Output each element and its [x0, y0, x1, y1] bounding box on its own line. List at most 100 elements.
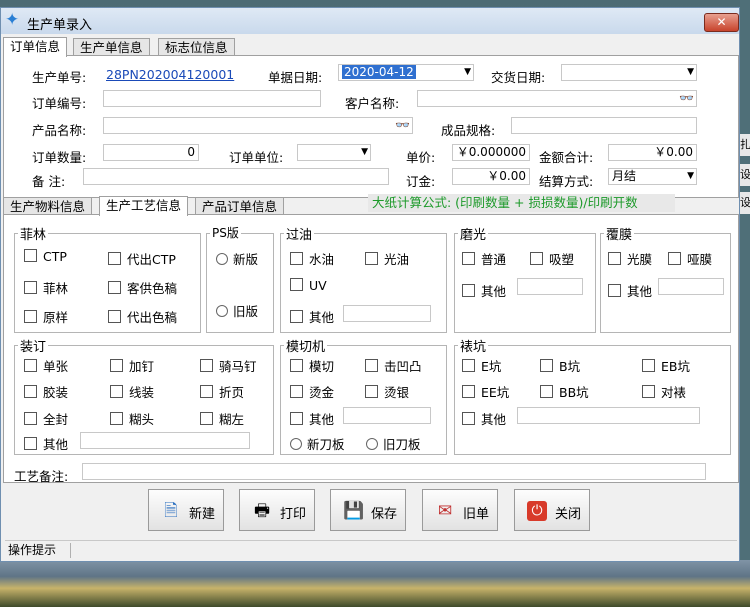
delivery-date-label: 交货日期: [491, 70, 546, 85]
production-order-window: ✦ 生产单录入 ✕ 订单信息 生产单信息 标志位信息 生产单号: 28PN202… [0, 7, 740, 562]
checkbox-ctp[interactable]: CTP [24, 249, 67, 264]
checkbox-thread-sewing[interactable]: 线装 [110, 382, 154, 401]
qty-label: 订单数量: [32, 150, 87, 165]
checkbox-customer-proof[interactable]: 客供色稿 [108, 278, 177, 297]
checkbox-polish-normal[interactable]: 普通 [462, 249, 506, 268]
checkbox-film[interactable]: 菲林 [24, 278, 68, 297]
spec-input[interactable] [511, 117, 697, 134]
title-bar[interactable]: ✦ 生产单录入 ✕ [1, 8, 739, 34]
checkbox-outsource-ctp[interactable]: 代出CTP [108, 249, 176, 268]
radio-new-plate[interactable]: 新版 [216, 249, 258, 268]
checkbox-saddle-stitch[interactable]: 骑马钉 [200, 356, 257, 375]
remark-input[interactable] [83, 168, 389, 185]
checkbox-water-varnish[interactable]: 水油 [290, 249, 334, 268]
unit-select[interactable]: ▼ [297, 144, 371, 161]
group-ps-title: PS版 [210, 224, 241, 241]
floppy-disk-icon: 💾 [343, 501, 365, 521]
checkbox-add-staple[interactable]: 加钉 [110, 356, 154, 375]
checkbox-full-cover[interactable]: 全封 [24, 409, 68, 428]
checkbox-outsource-proof[interactable]: 代出色稿 [108, 307, 177, 326]
doc-date-picker[interactable]: 2020-04-12 ▼ [338, 64, 474, 81]
radio-old-plate[interactable]: 旧版 [216, 301, 258, 320]
product-label: 产品名称: [32, 123, 87, 138]
printer-icon: 🖶 [253, 501, 271, 521]
settle-select[interactable]: 月结 ▼ [608, 168, 697, 185]
checkbox-glue-head[interactable]: 糊头 [110, 409, 154, 428]
old-order-button[interactable]: ✉ 旧单 [422, 489, 498, 531]
chevron-down-icon[interactable]: ▼ [361, 145, 368, 160]
binoculars-icon[interactable]: 👓 [679, 91, 695, 105]
prod-no-link[interactable]: 28PN202004120001 [106, 67, 234, 82]
tab-order-info[interactable]: 订单信息 [3, 37, 68, 57]
group-binding-title: 装订 [18, 336, 49, 355]
group-die-cut-title: 模切机 [284, 336, 328, 355]
checkbox-hot-silver[interactable]: 烫银 [365, 382, 409, 401]
checkbox-die-cutting[interactable]: 模切 [290, 356, 334, 375]
checkbox-glue-left[interactable]: 糊左 [200, 409, 244, 428]
new-button[interactable]: 🗎 新建 [148, 489, 224, 531]
checkbox-eb-flute[interactable]: EB坑 [642, 356, 690, 375]
spec-label: 成品规格: [441, 123, 496, 138]
peek-text-a: 扎 [740, 134, 750, 156]
product-input[interactable] [103, 117, 413, 134]
checkbox-die-other[interactable]: 其他 [290, 409, 334, 428]
checkbox-e-flute[interactable]: E坑 [462, 356, 501, 375]
radio-new-die[interactable]: 新刀板 [290, 434, 345, 453]
chevron-down-icon[interactable]: ▼ [687, 65, 694, 80]
delivery-date-picker[interactable]: ▼ [561, 64, 697, 81]
flute-other-input[interactable] [517, 407, 700, 424]
price-input[interactable]: ￥0.000000 [452, 144, 530, 161]
window-title: 生产单录入 [27, 18, 93, 33]
checkbox-matte-film[interactable]: 哑膜 [668, 249, 712, 268]
checkbox-binding-other[interactable]: 其他 [24, 434, 68, 453]
checkbox-varnish-other[interactable]: 其他 [290, 307, 334, 326]
qty-input[interactable]: 0 [103, 144, 199, 161]
total-input[interactable]: ￥0.00 [608, 144, 697, 161]
checkbox-hot-gold[interactable]: 烫金 [290, 382, 334, 401]
die-other-input[interactable] [343, 407, 431, 424]
craft-remark-input[interactable] [82, 463, 706, 480]
checkbox-uv[interactable]: UV [290, 278, 327, 293]
order-no-input[interactable] [103, 90, 321, 107]
checkbox-perfect-bind[interactable]: 胶装 [24, 382, 68, 401]
checkbox-folding[interactable]: 折页 [200, 382, 244, 401]
checkbox-flute-other[interactable]: 其他 [462, 409, 506, 428]
peek-text-b: 设 [740, 164, 750, 186]
status-bar: 操作提示 [5, 540, 737, 560]
unit-label: 订单单位: [229, 150, 284, 165]
group-polish-title: 磨光 [458, 224, 489, 243]
print-button[interactable]: 🖶 打印 [239, 489, 315, 531]
checkbox-blister[interactable]: 吸塑 [530, 249, 574, 268]
checkbox-laminate-other[interactable]: 其他 [608, 281, 652, 300]
doc-date-label: 单据日期: [268, 70, 323, 85]
polish-other-input[interactable] [517, 278, 583, 295]
checkbox-bb-flute[interactable]: BB坑 [540, 382, 589, 401]
checkbox-double-mount[interactable]: 对裱 [642, 382, 686, 401]
customer-input[interactable] [417, 90, 697, 107]
group-varnish-title: 过油 [284, 224, 315, 243]
star-icon: ✦ [5, 10, 20, 30]
binoculars-icon[interactable]: 👓 [395, 118, 411, 132]
binding-other-input[interactable] [80, 432, 250, 449]
radio-old-die[interactable]: 旧刀板 [366, 434, 421, 453]
checkbox-single-sheet[interactable]: 单张 [24, 356, 68, 375]
order-info-panel: 生产单号: 28PN202004120001 单据日期: 2020-04-12 … [3, 55, 739, 198]
deposit-input[interactable]: ￥0.00 [452, 168, 530, 185]
checkbox-polish-other[interactable]: 其他 [462, 281, 506, 300]
customer-label: 客户名称: [345, 96, 400, 111]
chevron-down-icon[interactable]: ▼ [687, 169, 694, 184]
close-button[interactable]: ⏻ 关闭 [514, 489, 590, 531]
checkbox-emboss[interactable]: 击凹凸 [365, 356, 422, 375]
chevron-down-icon[interactable]: ▼ [464, 65, 471, 80]
settle-value: 月结 [612, 169, 637, 183]
laminate-other-input[interactable] [658, 278, 724, 295]
checkbox-original-sample[interactable]: 原样 [24, 307, 68, 326]
checkbox-gloss-varnish[interactable]: 光油 [365, 249, 409, 268]
save-button[interactable]: 💾 保存 [330, 489, 406, 531]
varnish-other-input[interactable] [343, 305, 431, 322]
checkbox-ee-flute[interactable]: EE坑 [462, 382, 509, 401]
tab-craft-info[interactable]: 生产工艺信息 [99, 196, 189, 216]
checkbox-b-flute[interactable]: B坑 [540, 356, 580, 375]
checkbox-gloss-film[interactable]: 光膜 [608, 249, 652, 268]
window-close-button[interactable]: ✕ [704, 13, 739, 32]
